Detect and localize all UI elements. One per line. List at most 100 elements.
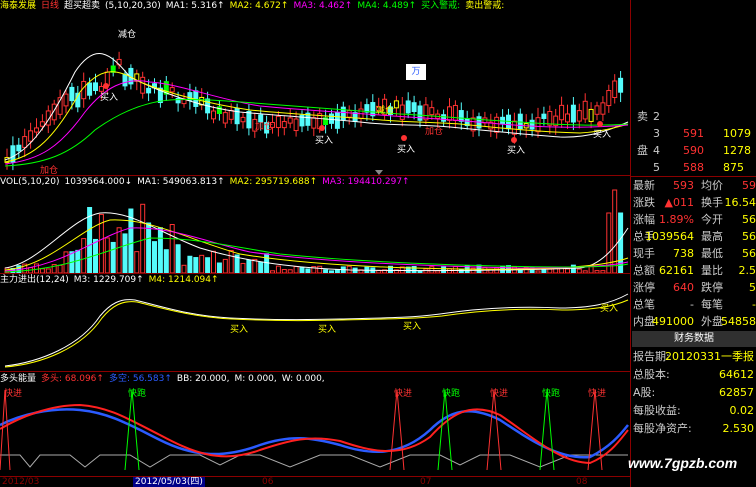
quote-value: 491000 <box>652 315 694 328</box>
volume-bar <box>240 262 246 274</box>
candle-body <box>281 121 287 129</box>
candle-body <box>340 106 346 121</box>
quote-row: 最新 593 均价 59 <box>633 177 756 194</box>
quote-row: 总手 1039564 最高 56 <box>633 228 756 245</box>
dk-chart[interactable] <box>0 385 630 475</box>
enter-tag: 快进 <box>4 389 23 399</box>
volume-bar <box>163 249 169 274</box>
stock-name[interactable]: 海泰发展 <box>0 1 36 11</box>
candle-body <box>287 117 293 124</box>
quote-value: 56 <box>742 213 756 226</box>
quote-row: 涨跌 ▲011 换手 16.54 <box>633 194 756 211</box>
fin-value: 64612 <box>719 368 754 381</box>
candle-body <box>594 105 600 115</box>
quote-row: 涨停 640 跌停 5 <box>633 279 756 296</box>
candle-body <box>423 104 429 121</box>
indicator-name[interactable]: 超买超卖 <box>64 1 100 11</box>
zl-chart[interactable] <box>0 286 630 370</box>
quote-label: 最高 <box>701 230 723 243</box>
volume-bar <box>157 227 163 274</box>
order-row: 5 588 875 <box>633 159 756 176</box>
fin-label: 每股净资产: <box>633 422 692 435</box>
zl-label[interactable]: 主力进出(12,24) <box>0 275 69 285</box>
dk-ww-line <box>0 454 628 468</box>
price-header: 海泰发展 日线 超买超卖 (5,10,20,30) MA1: 5.316↑ MA2: 4.… <box>0 0 509 12</box>
candle-body <box>87 82 93 96</box>
quote-label: 今开 <box>701 213 723 226</box>
order-idx: 4 <box>653 144 660 157</box>
vol-ma1-line <box>4 212 629 272</box>
volume-bar <box>211 250 216 274</box>
volume-bar <box>199 254 205 274</box>
buy-warn-label: 买入警戒: <box>421 1 461 11</box>
date-cursor[interactable]: 2012/05/03(四) <box>133 477 205 487</box>
candle-body <box>405 100 411 114</box>
zl-buy-tag: 买入 <box>403 322 422 332</box>
candle-body <box>506 114 511 130</box>
enter-tag: 快进 <box>394 389 413 399</box>
quote-label: 换手 <box>701 196 723 209</box>
candle-body <box>494 116 500 133</box>
buy-tag: 买入 <box>593 130 612 140</box>
quote-value: 5 <box>749 281 756 294</box>
date-start: 2012/03 <box>2 477 40 487</box>
volume-chart[interactable] <box>0 188 630 274</box>
dk-duo: 多头: 68.096↑ <box>41 374 104 384</box>
candle-body <box>93 82 98 91</box>
fin-tab[interactable]: 财务数据 <box>632 331 756 347</box>
fin-row: 总股本: 64612 <box>633 366 756 383</box>
zl-m4: M4: 1214.094↑ <box>148 275 219 285</box>
price-chart[interactable] <box>0 12 630 175</box>
candle-body <box>458 110 464 122</box>
candle-body <box>393 100 399 109</box>
volume-bar <box>228 250 234 274</box>
buy-marker <box>103 83 109 89</box>
period-label[interactable]: 日线 <box>41 1 59 11</box>
logo-box[interactable]: 万 <box>406 64 426 80</box>
vol-label[interactable]: VOL(5,10,20) <box>0 177 59 187</box>
vol-header: VOL(5,10,20) 1039564.000↓ MA1: 549063.813↑… <box>0 176 415 188</box>
volume-bar <box>205 257 211 274</box>
volume-bar <box>612 189 618 274</box>
quote-value: 2.5 <box>738 264 756 277</box>
volume-bar <box>75 249 81 274</box>
order-row: 卖 2 <box>633 108 756 125</box>
quote-value: 1039564 <box>645 230 694 243</box>
quote-label: 涨停 <box>633 281 655 294</box>
order-idx: 3 <box>653 127 660 140</box>
quote-value: 16.54 <box>724 196 756 209</box>
volume-bars <box>4 189 624 274</box>
candle-body <box>81 80 87 100</box>
volume-bar <box>317 265 323 274</box>
order-row: 盘 4 590 1278 <box>633 142 756 159</box>
candle-body <box>600 102 606 115</box>
volume-bar <box>175 244 181 274</box>
candle-body <box>222 112 228 124</box>
candle-body <box>612 80 618 98</box>
candle-body <box>275 115 281 129</box>
candle-body <box>570 104 576 123</box>
volume-bar <box>181 264 187 274</box>
volume-bar <box>116 227 122 274</box>
volume-bar <box>222 258 228 274</box>
candle-body <box>146 87 152 94</box>
quote-label: 每笔 <box>701 298 723 311</box>
volume-bar <box>128 208 134 274</box>
ma2-value: MA2: 4.672↑ <box>229 1 289 11</box>
quote-row: 总笔 - 每笔 - <box>633 296 756 313</box>
volume-bar <box>264 253 270 274</box>
candle-body <box>16 144 22 152</box>
dk-label[interactable]: 多头能量 <box>0 374 36 384</box>
zl-m3-line <box>4 293 629 367</box>
candle-body <box>547 110 553 126</box>
fin-label: 每股收益: <box>633 404 681 417</box>
candle-body <box>216 106 222 115</box>
vol-ma3-line <box>4 227 629 272</box>
candlesticks <box>4 51 624 171</box>
dk-kong-line <box>0 408 629 459</box>
volume-bar <box>140 203 146 274</box>
order-vol: 1079 <box>723 127 751 140</box>
quote-row: 总额 62161 量比 2.5 <box>633 262 756 279</box>
vol-value: 1039564.000↓ <box>64 177 133 187</box>
candle-body <box>541 113 547 119</box>
